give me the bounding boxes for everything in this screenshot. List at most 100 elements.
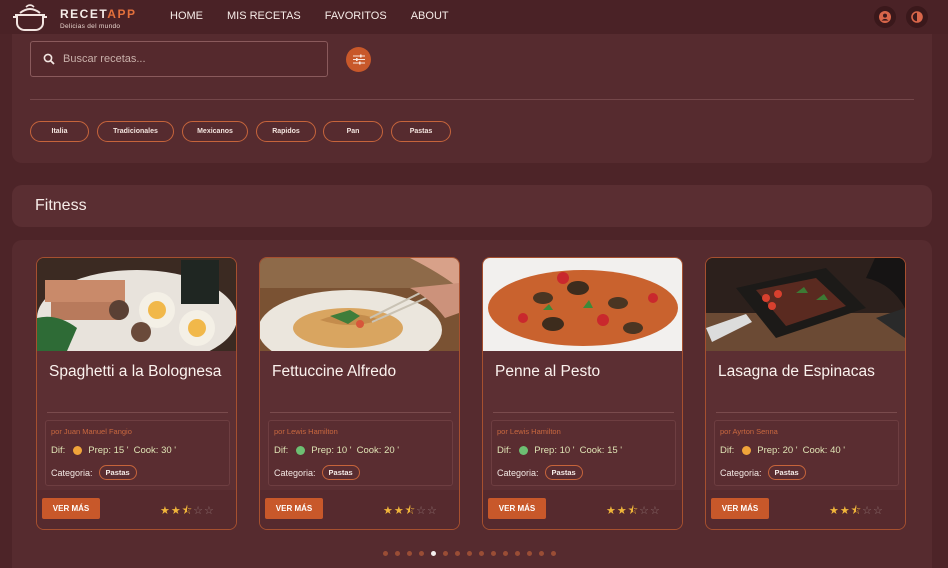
pagination-dot[interactable] xyxy=(419,551,424,556)
nav-favoritos[interactable]: FAVORITOS xyxy=(325,10,387,22)
filter-chip-pan[interactable]: Pan xyxy=(323,121,383,142)
pagination-dot[interactable] xyxy=(443,551,448,556)
star-empty-icon: ☆ xyxy=(873,505,884,517)
star-empty-icon: ☆ xyxy=(204,505,215,517)
category-label: Categoria: xyxy=(51,467,93,478)
pagination-dot[interactable] xyxy=(491,551,496,556)
star-rating[interactable]: ★★⯪☆☆ xyxy=(606,502,661,521)
divider xyxy=(30,99,914,100)
recipe-photo xyxy=(37,258,236,351)
star-half-icon: ⯪ xyxy=(627,505,640,517)
pagination-dot[interactable] xyxy=(407,551,412,556)
account-circle-icon xyxy=(879,11,891,23)
star-empty-icon: ☆ xyxy=(427,505,438,517)
recipe-card[interactable]: Fettuccine Alfredo por Lewis Hamilton Di… xyxy=(259,257,460,530)
difficulty-dot xyxy=(519,446,529,455)
recipe-author: por Juan Manuel Fangio xyxy=(51,427,132,436)
filter-chip-mexicanos[interactable]: Mexicanos xyxy=(182,121,248,142)
star-rating[interactable]: ★★⯪☆☆ xyxy=(829,502,884,521)
category-tag[interactable]: Pastas xyxy=(321,465,360,480)
search-box[interactable] xyxy=(30,41,328,77)
pagination-dot[interactable] xyxy=(503,551,508,556)
cook-time: Cook: 15 ' xyxy=(579,445,623,456)
prep-time: Prep: 20 ' xyxy=(757,445,798,456)
filter-chip-pastas[interactable]: Pastas xyxy=(391,121,451,142)
card-divider xyxy=(47,412,228,413)
difficulty-label: Dif: xyxy=(497,445,512,456)
account-button[interactable] xyxy=(874,6,896,28)
recipe-info: por Lewis Hamilton Dif: Prep: 10 ' Cook:… xyxy=(491,420,676,486)
difficulty-label: Dif: xyxy=(720,445,735,456)
recipe-author: por Lewis Hamilton xyxy=(274,427,338,436)
recipe-card[interactable]: Spaghetti a la Bolognesa por Juan Manuel… xyxy=(36,257,237,530)
pagination-dot[interactable] xyxy=(551,551,556,556)
prep-time: Prep: 15 ' xyxy=(88,445,129,456)
star-rating[interactable]: ★★⯪☆☆ xyxy=(160,502,215,521)
category-tag[interactable]: Pastas xyxy=(767,465,806,480)
tune-icon xyxy=(352,54,365,65)
star-rating[interactable]: ★★⯪☆☆ xyxy=(383,502,438,521)
recipe-title: Fettuccine Alfredo xyxy=(272,363,397,380)
ver-mas-button[interactable]: VER MÁS xyxy=(711,498,769,519)
contrast-icon xyxy=(911,11,923,23)
recipe-card[interactable]: Penne al Pesto por Lewis Hamilton Dif: P… xyxy=(482,257,683,530)
star-empty-icon: ☆ xyxy=(193,505,205,517)
card-footer: VER MÁS ★★⯪☆☆ xyxy=(706,490,905,529)
pagination-dot[interactable] xyxy=(383,551,388,556)
filter-chip-italia[interactable]: Italia xyxy=(30,121,89,142)
recipe-category: Categoria: Pastas xyxy=(51,465,137,480)
brand-tagline: Delicias del mundo xyxy=(60,23,121,30)
recipe-title: Spaghetti a la Bolognesa xyxy=(49,363,222,380)
recipe-photo xyxy=(260,258,459,351)
recipe-photo xyxy=(483,258,682,351)
pagination-dot[interactable] xyxy=(539,551,544,556)
nav-home[interactable]: HOME xyxy=(170,10,203,22)
card-divider xyxy=(716,412,897,413)
brand[interactable]: RECETAPP Delicias del mundo xyxy=(60,7,136,30)
star-half-icon: ⯪ xyxy=(181,505,194,517)
difficulty-label: Dif: xyxy=(51,445,66,456)
pagination-dot[interactable] xyxy=(515,551,520,556)
star-full-icon: ★ xyxy=(393,505,405,517)
theme-toggle-button[interactable] xyxy=(906,6,928,28)
recipe-author: por Ayrton Senna xyxy=(720,427,778,436)
top-bar: RECETAPP Delicias del mundo HOME MIS REC… xyxy=(0,0,948,34)
filter-chip-rapidos[interactable]: Rapidos xyxy=(256,121,316,142)
difficulty-dot xyxy=(296,446,306,455)
star-half-icon: ⯪ xyxy=(850,505,863,517)
search-input[interactable] xyxy=(63,53,303,65)
nav-mis-recetas[interactable]: MIS RECETAS xyxy=(227,10,301,22)
star-full-icon: ★ xyxy=(606,505,617,517)
star-full-icon: ★ xyxy=(616,505,628,517)
category-tag[interactable]: Pastas xyxy=(544,465,583,480)
star-empty-icon: ☆ xyxy=(862,505,874,517)
cook-time: Cook: 40 ' xyxy=(802,445,846,456)
ver-mas-button[interactable]: VER MÁS xyxy=(42,498,100,519)
star-full-icon: ★ xyxy=(160,505,171,517)
filter-button[interactable] xyxy=(346,47,371,72)
card-divider xyxy=(270,412,451,413)
pagination-dot[interactable] xyxy=(467,551,472,556)
star-full-icon: ★ xyxy=(170,505,182,517)
recipe-card[interactable]: Lasagna de Espinacas por Ayrton Senna Di… xyxy=(705,257,906,530)
pagination-dot[interactable] xyxy=(479,551,484,556)
prep-time: Prep: 10 ' xyxy=(311,445,352,456)
cook-time: Cook: 20 ' xyxy=(356,445,400,456)
pagination-dot[interactable] xyxy=(431,551,436,556)
difficulty-dot xyxy=(742,446,752,455)
pagination-dot[interactable] xyxy=(395,551,400,556)
filter-chip-tradicionales[interactable]: Tradicionales xyxy=(97,121,174,142)
brand-title: RECETAPP xyxy=(60,7,137,21)
category-tag[interactable]: Pastas xyxy=(98,465,137,480)
ver-mas-button[interactable]: VER MÁS xyxy=(488,498,546,519)
pagination-dot[interactable] xyxy=(455,551,460,556)
card-footer: VER MÁS ★★⯪☆☆ xyxy=(37,490,236,529)
prep-time: Prep: 10 ' xyxy=(534,445,575,456)
search-panel: Italia Tradicionales Mexicanos Rapidos P… xyxy=(12,34,932,163)
ver-mas-button[interactable]: VER MÁS xyxy=(265,498,323,519)
pagination-dot[interactable] xyxy=(527,551,532,556)
card-divider xyxy=(493,412,674,413)
cooking-pot-logo-icon[interactable] xyxy=(12,2,48,32)
recipe-stats: Dif: Prep: 10 ' Cook: 15 ' xyxy=(497,445,622,456)
nav-about[interactable]: ABOUT xyxy=(411,10,449,22)
